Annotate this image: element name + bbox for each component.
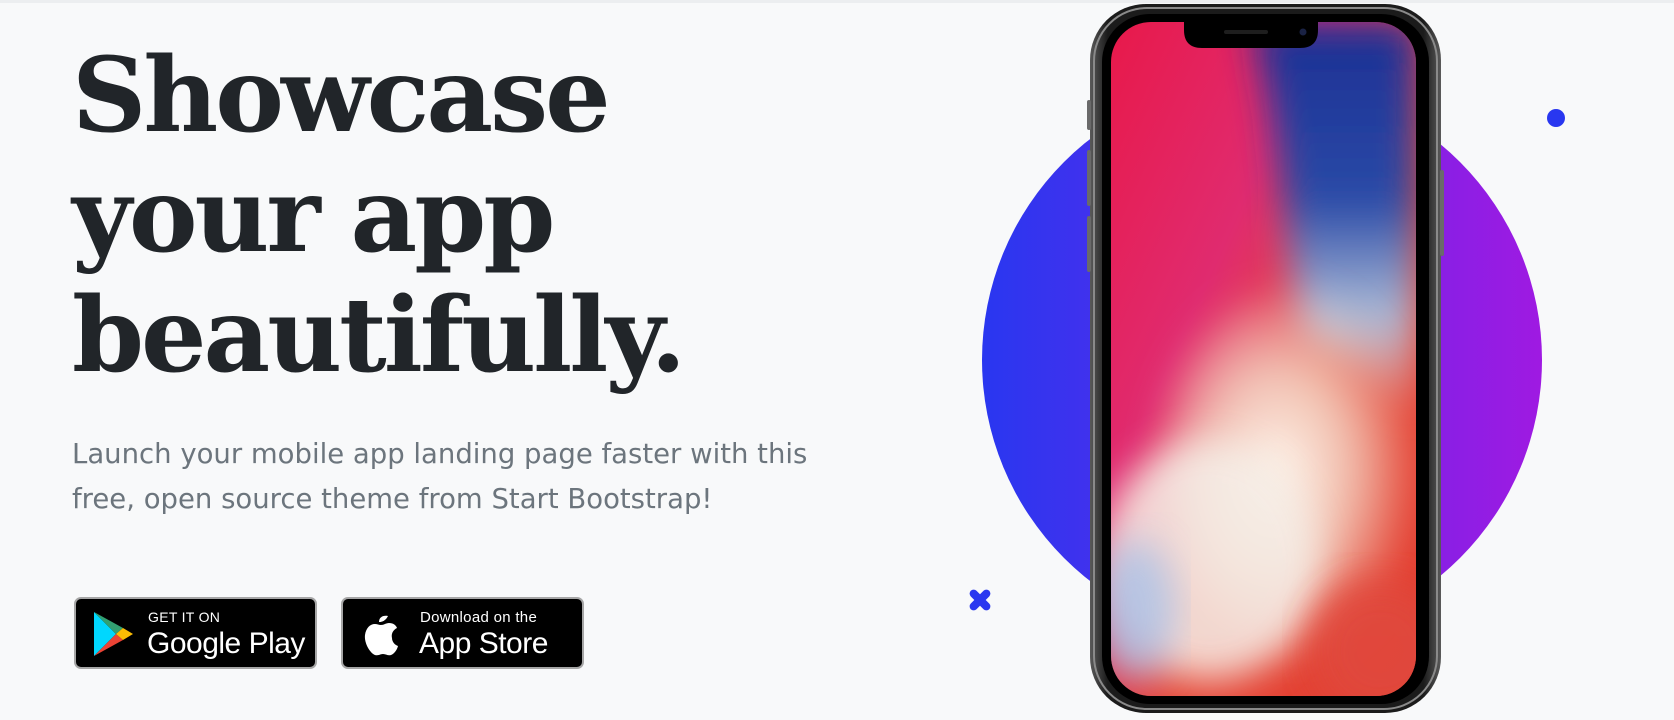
phone-notch [1184,22,1318,48]
google-play-top-label: GET IT ON [148,609,221,625]
headline-line-1: Showcase [72,35,611,156]
google-play-main-label: Google Play [147,627,305,660]
headline-line-3: beautifully. [72,275,686,396]
device-showcase [960,0,1674,715]
device-illustration [969,4,1565,713]
hero-text: Showcase your app beautifully. [72,36,872,396]
hero-headline: Showcase your app beautifully. [72,36,872,396]
phone-screen [1111,22,1416,696]
headline-line-2: your app [72,155,555,276]
accent-dot [1547,109,1565,127]
google-play-badge[interactable]: GET IT ON Google Play [74,597,317,669]
hero-lede: Launch your mobile app landing page fast… [72,438,808,515]
app-store-top-label: Download on the [420,609,538,626]
app-store-main-label: App Store [419,627,548,660]
accent-cross [969,589,991,611]
app-store-badge[interactable]: Download on the App Store [341,597,584,669]
apple-icon [364,615,398,656]
google-play-icon [94,612,133,656]
